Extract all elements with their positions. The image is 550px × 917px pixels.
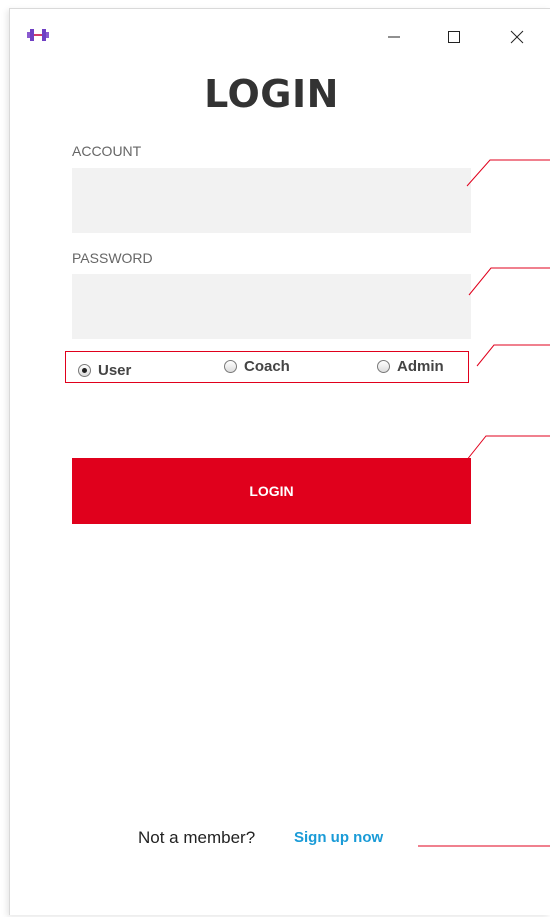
password-input[interactable] — [72, 274, 471, 339]
minimize-icon — [388, 36, 400, 38]
radio-selected-icon — [78, 364, 91, 377]
close-icon — [510, 30, 524, 44]
minimize-button[interactable] — [374, 23, 414, 51]
close-button[interactable] — [497, 23, 537, 51]
title-bar — [10, 9, 550, 61]
account-label: ACCOUNT — [72, 143, 142, 159]
maximize-icon — [448, 31, 460, 43]
role-label-coach: Coach — [244, 358, 290, 375]
role-radio-user[interactable]: User — [78, 362, 131, 379]
signup-link[interactable]: Sign up now — [294, 829, 383, 846]
signup-prompt: Not a member? — [138, 828, 256, 847]
dumbbell-icon — [27, 29, 49, 41]
page-title: LOGIN — [204, 72, 339, 116]
account-input[interactable] — [72, 168, 471, 233]
role-label-user: User — [98, 362, 132, 379]
role-label-admin: Admin — [397, 358, 444, 375]
radio-unselected-icon — [377, 360, 390, 373]
radio-unselected-icon — [224, 360, 237, 373]
maximize-button[interactable] — [434, 23, 474, 51]
role-radio-admin[interactable]: Admin — [377, 358, 444, 375]
login-button[interactable]: LOGIN — [72, 458, 471, 524]
password-label: PASSWORD — [72, 250, 153, 266]
role-radio-coach[interactable]: Coach — [224, 358, 290, 375]
